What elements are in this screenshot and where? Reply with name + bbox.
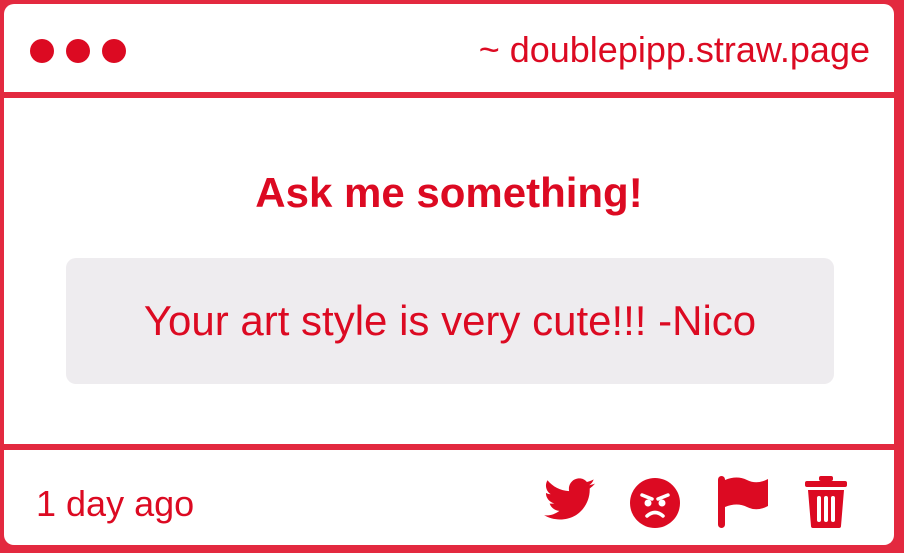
window-dot-icon <box>30 39 54 63</box>
window-dot-icon <box>102 39 126 63</box>
flag-icon[interactable] <box>717 474 769 530</box>
card-footer: 1 day ago <box>4 444 894 545</box>
window-dot-icon <box>66 39 90 63</box>
timestamp: 1 day ago <box>36 483 195 524</box>
question-text: Your art style is very cute!!! -Nico <box>143 297 757 344</box>
message-box: Your art style is very cute!!! -Nico <box>66 258 834 384</box>
angry-face-icon[interactable] <box>630 478 680 528</box>
question-card: ~ doublepipp.straw.page Ask me something… <box>4 4 894 545</box>
page-title: Ask me something! <box>255 169 643 216</box>
trash-icon[interactable] <box>804 476 848 528</box>
twitter-icon[interactable] <box>544 478 596 522</box>
site-address[interactable]: ~ doublepipp.straw.page <box>479 28 870 72</box>
window-header: ~ doublepipp.straw.page <box>4 4 894 98</box>
